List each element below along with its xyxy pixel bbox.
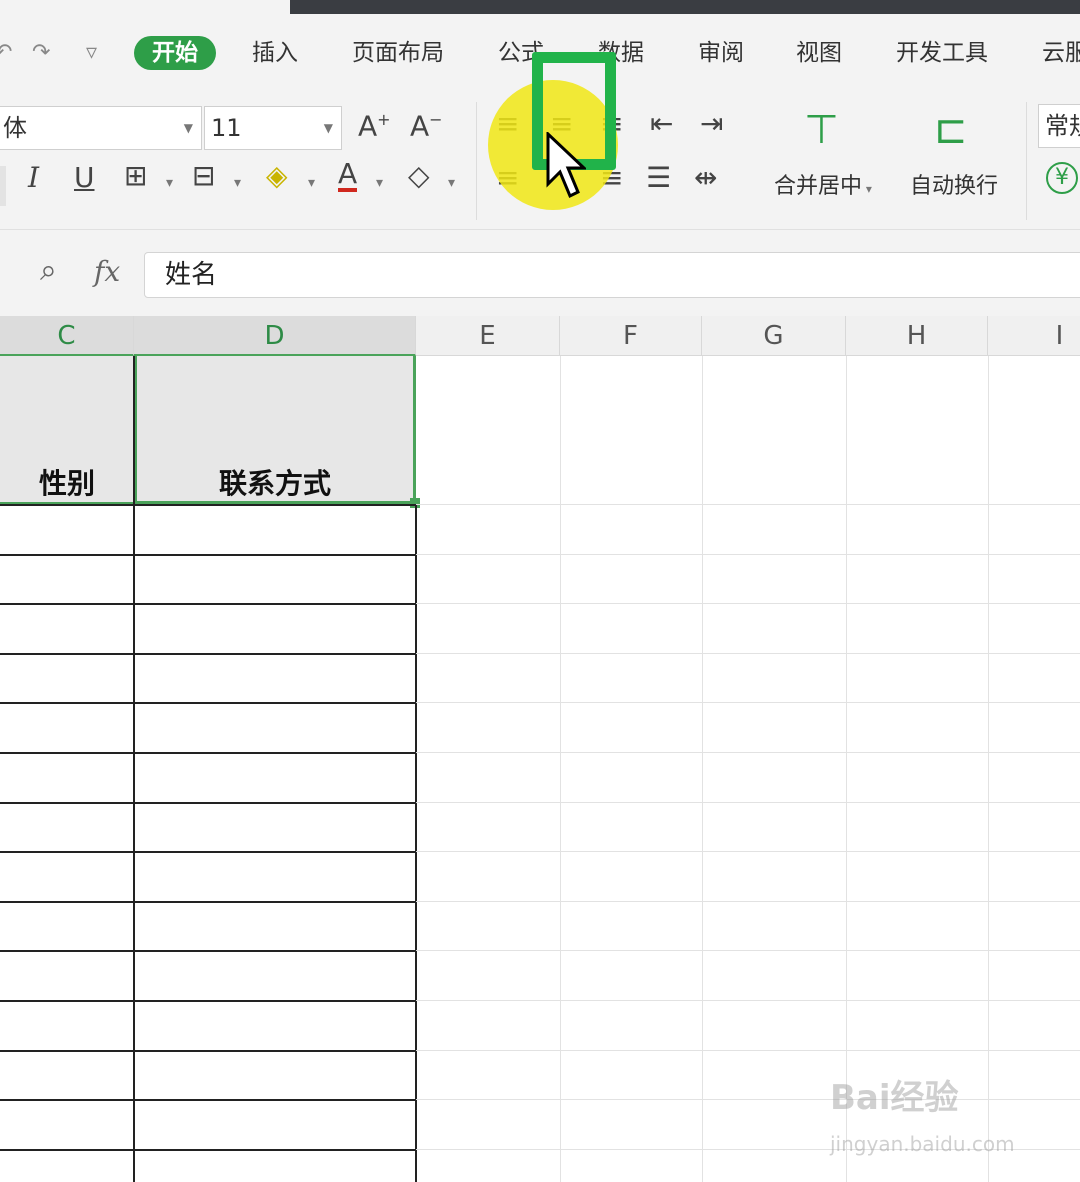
merge-center-label: 合并居中	[774, 174, 863, 199]
chevron-down-icon: ▼	[323, 121, 333, 135]
table-row-line	[0, 802, 416, 804]
table-row-line	[0, 752, 416, 754]
column-header-g[interactable]: G	[702, 316, 846, 356]
italic-icon[interactable]: I	[28, 164, 39, 192]
number-format-select[interactable]: 常规	[1038, 104, 1080, 148]
grid-column-line	[702, 356, 703, 1182]
justify-icon[interactable]: ☰	[646, 164, 671, 192]
currency-icon[interactable]: ¥	[1046, 162, 1078, 194]
grid-row-line	[416, 1000, 1080, 1001]
tab-insert[interactable]: 插入	[252, 36, 298, 70]
grid-column-line	[560, 356, 561, 1182]
clear-format-icon[interactable]: ◇	[408, 162, 430, 190]
distributed-align-icon[interactable]: ⇹	[694, 164, 717, 192]
table-row-line	[0, 702, 416, 704]
quick-access-dropdown-icon[interactable]: ▿	[86, 40, 97, 65]
currency-symbol: ¥	[1055, 165, 1069, 190]
fill-color-icon[interactable]: ◈	[266, 162, 288, 190]
grid-row-line	[416, 1050, 1080, 1051]
mouse-pointer-icon	[546, 132, 586, 199]
grid-row-line	[416, 702, 1080, 703]
wrap-text-button[interactable]: 自动换行	[910, 168, 998, 200]
chevron-down-icon: ▼	[183, 121, 193, 135]
column-header-d[interactable]: D	[134, 316, 416, 356]
column-header-f[interactable]: F	[560, 316, 702, 356]
underline-icon[interactable]: U	[74, 164, 95, 192]
selection-border	[134, 356, 416, 504]
tab-developer[interactable]: 开发工具	[896, 36, 988, 70]
spreadsheet-grid: C D E F G H I 性别 联系方式 Bai经验 jingyan.baid…	[0, 316, 1080, 1182]
fx-icon[interactable]: fx	[94, 258, 120, 286]
chevron-down-icon[interactable]: ▾	[448, 176, 455, 190]
decrease-indent-icon[interactable]: ⇤	[650, 110, 673, 138]
grid-column-line	[988, 356, 989, 1182]
table-border-line	[133, 504, 135, 1182]
font-color-icon[interactable]: A	[338, 160, 358, 192]
column-header-i[interactable]: I	[988, 316, 1080, 356]
grid-row-line	[416, 653, 1080, 654]
chevron-down-icon[interactable]: ▾	[234, 176, 241, 190]
table-row-line	[0, 1149, 416, 1151]
wrap-text-icon[interactable]: ⊏	[934, 110, 968, 150]
table-row-line	[0, 554, 416, 556]
undo-icon[interactable]: ↶	[0, 40, 12, 65]
zoom-icon[interactable]: ⌕	[40, 256, 57, 286]
border-icon[interactable]: ⊞	[124, 162, 147, 190]
table-row-line	[0, 1099, 416, 1101]
title-strip-dark	[290, 0, 1080, 14]
grid-row-line	[416, 603, 1080, 604]
grid-column-line	[846, 356, 847, 1182]
tab-view[interactable]: 视图	[796, 36, 842, 70]
watermark-url: jingyan.baidu.com	[830, 1132, 1015, 1156]
title-strip	[0, 0, 1080, 14]
table-row-line	[0, 603, 416, 605]
grid-row-line	[416, 752, 1080, 753]
column-header-c[interactable]: C	[0, 316, 134, 356]
increase-indent-icon[interactable]: ⇥	[700, 110, 723, 138]
font-size-select[interactable]: 11 ▼	[204, 106, 342, 150]
table-row-line	[0, 851, 416, 853]
grid-row-line	[416, 802, 1080, 803]
font-name-value: 体	[3, 114, 27, 142]
bold-icon[interactable]	[0, 166, 6, 206]
chevron-down-icon[interactable]: ▾	[166, 176, 173, 190]
font-size-value: 11	[211, 114, 242, 142]
table-row-line	[0, 1050, 416, 1052]
table-row-line	[0, 1000, 416, 1002]
header-cell-gender[interactable]: 性别	[0, 356, 134, 504]
watermark-brand: Bai经验	[830, 1078, 959, 1118]
number-format-value: 常规	[1045, 112, 1080, 140]
column-header-e[interactable]: E	[416, 316, 560, 356]
formula-bar: ⌕ fx 姓名	[0, 230, 1080, 316]
merge-center-button[interactable]: 合并居中 ▾	[774, 168, 872, 200]
table-row-line	[0, 901, 416, 903]
decrease-font-icon[interactable]: A−	[410, 112, 443, 140]
table-border-line	[415, 504, 417, 1182]
table-row-line	[0, 950, 416, 952]
tab-cloud[interactable]: 云服	[1042, 36, 1080, 70]
font-name-select[interactable]: 体 ▼	[0, 106, 202, 150]
grid-row-line	[416, 1099, 1080, 1100]
table-row-line	[0, 653, 416, 655]
chevron-down-icon[interactable]: ▾	[376, 176, 383, 190]
increase-font-icon[interactable]: A+	[358, 112, 391, 140]
formula-input[interactable]: 姓名	[144, 252, 1080, 298]
grid-row-line	[416, 851, 1080, 852]
tab-home[interactable]: 开始	[134, 36, 216, 70]
table-border-line	[133, 356, 135, 504]
column-header-h[interactable]: H	[846, 316, 988, 356]
ribbon-divider	[1026, 102, 1027, 220]
chevron-down-icon[interactable]: ▾	[308, 176, 315, 190]
tab-page-layout[interactable]: 页面布局	[352, 36, 444, 70]
cell-style-icon[interactable]: ⊟	[192, 162, 215, 190]
ribbon-divider	[476, 102, 477, 220]
tab-review[interactable]: 审阅	[698, 36, 744, 70]
grid-row-line	[416, 504, 1080, 505]
grid-row-line	[416, 950, 1080, 951]
redo-icon[interactable]: ↷	[32, 40, 50, 65]
table-row-line	[0, 504, 416, 506]
grid-row-line	[416, 901, 1080, 902]
grid-row-line	[416, 554, 1080, 555]
merge-center-icon[interactable]: ⊤	[804, 110, 839, 150]
